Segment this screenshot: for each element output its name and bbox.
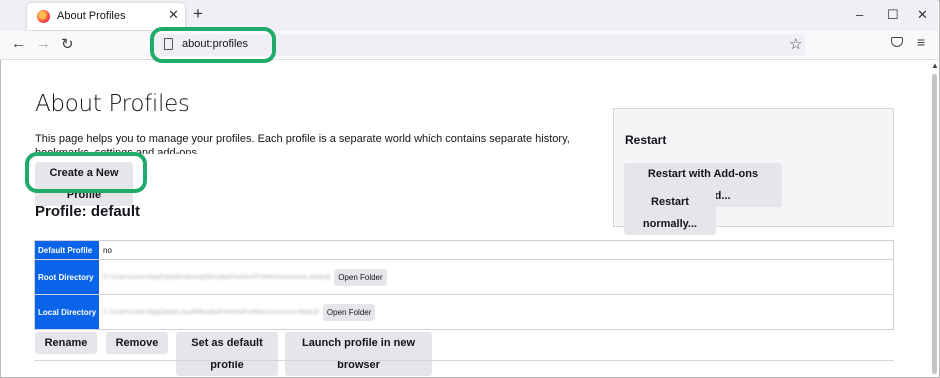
profile-heading: Profile: default bbox=[35, 203, 141, 220]
firefox-icon bbox=[37, 10, 50, 23]
table-row: Root Directory C:\Users\user\AppData\Roa… bbox=[35, 259, 893, 294]
create-profile-highlight bbox=[25, 152, 147, 193]
open-root-folder-button[interactable]: Open Folder bbox=[334, 268, 387, 286]
nav-toolbar: ← → ↻ about:profiles ☆ ≡ bbox=[0, 31, 938, 60]
forward-icon[interactable]: → bbox=[36, 35, 51, 52]
scroll-up-icon[interactable]: ▲ bbox=[931, 61, 939, 70]
rename-button[interactable]: Rename bbox=[35, 332, 97, 354]
row-value: no bbox=[103, 245, 112, 255]
profile-table: Default Profile no Root Directory C:\Use… bbox=[34, 240, 894, 330]
row-value: C:\Users\user\AppData\Local\Mozilla\Fire… bbox=[99, 295, 893, 329]
row-label: Root Directory bbox=[35, 260, 99, 294]
back-icon[interactable]: ← bbox=[11, 35, 26, 52]
row-label: Default Profile bbox=[35, 241, 99, 259]
close-tab-icon[interactable]: ✕ bbox=[168, 7, 179, 23]
pocket-icon[interactable] bbox=[891, 37, 903, 47]
tab-strip: About Profiles ✕ + – ☐ ✕ bbox=[0, 0, 938, 31]
set-default-profile-button[interactable]: Set as default profile bbox=[176, 332, 278, 376]
tab-title: About Profiles bbox=[57, 10, 126, 22]
minimize-icon[interactable]: – bbox=[856, 7, 863, 22]
page-title: About Profiles bbox=[35, 91, 190, 117]
scroll-thumb[interactable] bbox=[932, 74, 937, 374]
root-directory-path: C:\Users\user\AppData\Roaming\Mozilla\Fi… bbox=[103, 273, 331, 281]
local-directory-path: C:\Users\user\AppData\Local\Mozilla\Fire… bbox=[103, 308, 319, 316]
scrollbar[interactable]: ▲ bbox=[931, 60, 939, 376]
intro-text: This page helps you to manage your profi… bbox=[35, 133, 570, 154]
url-highlight bbox=[150, 27, 276, 63]
reload-icon[interactable]: ↻ bbox=[61, 35, 74, 53]
window-close-icon[interactable]: ✕ bbox=[917, 7, 928, 23]
row-label: Local Directory bbox=[35, 295, 99, 329]
restart-title: Restart bbox=[625, 133, 667, 147]
remove-button[interactable]: Remove bbox=[106, 332, 168, 354]
divider bbox=[34, 360, 894, 361]
tab-about-profiles[interactable]: About Profiles ✕ bbox=[27, 3, 185, 30]
row-value: C:\Users\user\AppData\Roaming\Mozilla\Fi… bbox=[99, 260, 893, 294]
maximize-icon[interactable]: ☐ bbox=[887, 7, 899, 23]
launch-profile-button[interactable]: Launch profile in new browser bbox=[285, 332, 432, 376]
open-local-folder-button[interactable]: Open Folder bbox=[322, 303, 376, 321]
bookmark-star-icon[interactable]: ☆ bbox=[789, 35, 802, 53]
new-tab-icon[interactable]: + bbox=[193, 4, 203, 24]
restart-normally-button[interactable]: Restart normally... bbox=[624, 191, 716, 235]
menu-icon[interactable]: ≡ bbox=[917, 34, 925, 50]
table-row: Default Profile no bbox=[35, 241, 893, 259]
restart-panel: Restart Restart with Add-ons Disabled...… bbox=[613, 108, 894, 235]
table-row: Local Directory C:\Users\user\AppData\Lo… bbox=[35, 294, 893, 329]
